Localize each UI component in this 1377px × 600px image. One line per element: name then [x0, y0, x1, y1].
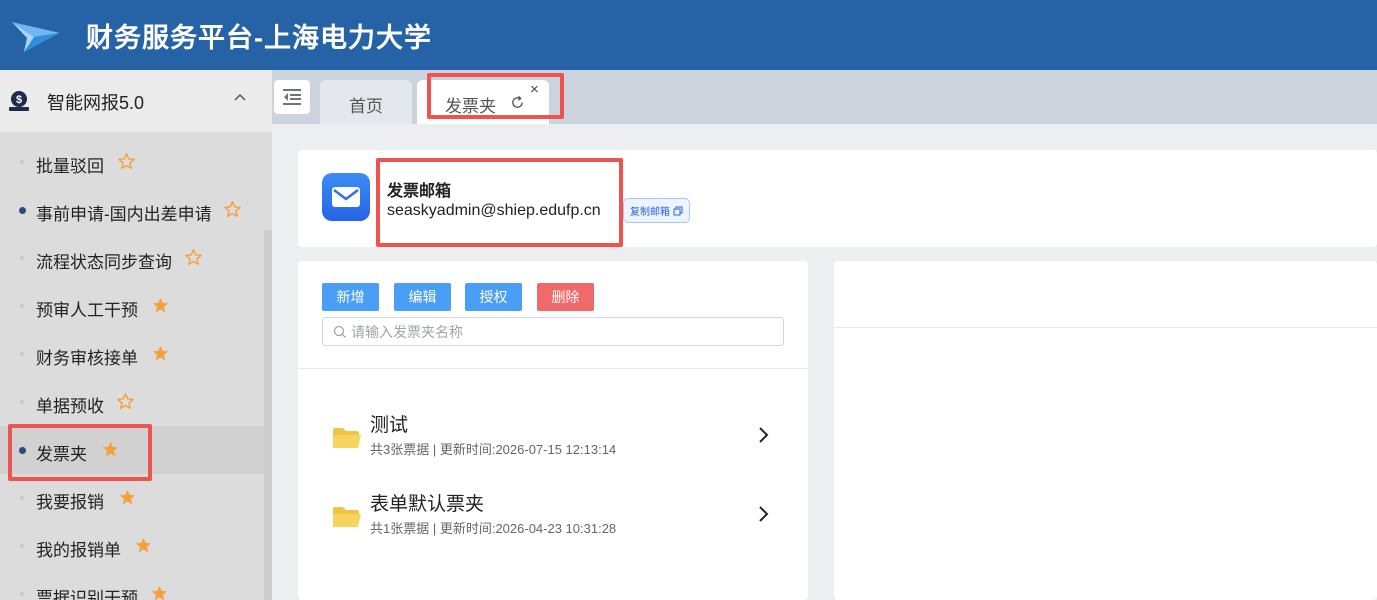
collapse-sidebar-button[interactable] — [274, 80, 310, 114]
main-content: 发票邮箱 seaskyadmin@shiep.edufp.cn 复制邮箱 新增 … — [272, 124, 1377, 600]
bullet-icon — [19, 447, 26, 454]
app-header: 财务服务平台-上海电力大学 — [0, 0, 1377, 70]
sidebar-item-label: 流程状态同步查询 — [36, 253, 172, 272]
refresh-icon[interactable] — [510, 95, 525, 110]
divider — [298, 368, 808, 369]
star-filled-icon[interactable] — [151, 344, 170, 363]
sidebar-item-label: 批量驳回 — [36, 157, 104, 176]
money-bag-icon: $ — [9, 91, 29, 111]
sidebar-item-document-prereceive[interactable]: 单据预收 — [0, 378, 272, 426]
svg-text:$: $ — [16, 94, 22, 106]
bullet-icon — [20, 160, 24, 164]
mailbox-address: seaskyadmin@shiep.edufp.cn — [387, 202, 601, 219]
folder-meta: 共3张票据 | 更新时间:2026-07-15 12:13:14 — [370, 442, 617, 457]
star-outline-icon[interactable] — [116, 392, 135, 411]
sidebar-group-label: 智能网报5.0 — [47, 93, 145, 113]
sidebar-item-label: 我要报销 — [36, 493, 104, 512]
sidebar-item-precheck-intervention[interactable]: 预审人工干预 — [0, 282, 272, 330]
logo-icon — [12, 22, 60, 52]
star-filled-icon[interactable] — [118, 488, 137, 507]
sidebar-item-reimburse[interactable]: 我要报销 — [0, 474, 272, 522]
mailbox-title: 发票邮箱 — [387, 183, 452, 200]
sidebar-menu: 批量驳回 事前申请-国内出差申请 流程状态同步查询 预审人工干预 财务审核接单 … — [0, 138, 272, 600]
folder-search-input[interactable] — [351, 320, 771, 343]
bullet-icon — [19, 207, 26, 214]
tab-label: 首页 — [349, 97, 383, 116]
copy-email-label: 复制邮箱 — [630, 207, 670, 218]
sidebar-item-label: 事前申请-国内出差申请 — [36, 205, 212, 224]
tab-home[interactable]: 首页 — [320, 80, 412, 124]
folder-detail-panel — [834, 261, 1377, 600]
sidebar-item-label: 财务审核接单 — [36, 349, 138, 368]
sidebar-scrollbar[interactable] — [264, 230, 272, 600]
chevron-right-icon[interactable] — [756, 505, 770, 523]
star-outline-icon[interactable] — [117, 152, 136, 171]
sidebar-item-label: 我的报销单 — [36, 541, 121, 560]
sidebar-item-batch-reject[interactable]: 批量驳回 — [0, 138, 272, 186]
sidebar-item-ocr-intervention[interactable]: 票据识别干预 — [0, 570, 272, 600]
sidebar-item-label: 预审人工干预 — [36, 301, 138, 320]
divider — [834, 327, 1377, 328]
copy-email-button[interactable]: 复制邮箱 — [623, 198, 690, 223]
close-tab-icon[interactable]: × — [530, 81, 539, 98]
folder-row[interactable]: 测试 共3张票据 | 更新时间:2026-07-15 12:13:14 — [298, 404, 808, 474]
sidebar-item-label: 发票夹 — [36, 445, 87, 464]
tabs-bar: 首页 发票夹 × — [272, 70, 1377, 124]
tab-invoice-folder[interactable]: 发票夹 × — [417, 80, 549, 124]
search-icon — [333, 325, 346, 338]
folder-name: 表单默认票夹 — [370, 494, 485, 515]
sidebar-item-pre-application[interactable]: 事前申请-国内出差申请 — [0, 186, 272, 234]
app-title: 财务服务平台-上海电力大学 — [86, 23, 432, 53]
star-outline-icon[interactable] — [223, 200, 242, 219]
mail-icon — [322, 173, 370, 221]
sidebar-group-header[interactable]: $ 智能网报5.0 — [0, 70, 272, 132]
bullet-icon — [20, 256, 24, 260]
sidebar-item-my-reimbursements[interactable]: 我的报销单 — [0, 522, 272, 570]
folder-name: 测试 — [370, 415, 409, 436]
bullet-icon — [20, 304, 24, 308]
tab-label: 发票夹 — [445, 97, 496, 116]
folder-search — [322, 317, 784, 346]
bullet-icon — [20, 400, 24, 404]
sidebar-item-label: 单据预收 — [36, 397, 104, 416]
edit-button[interactable]: 编辑 — [394, 283, 451, 311]
bullet-icon — [20, 496, 24, 500]
sidebar-item-audit-accept[interactable]: 财务审核接单 — [0, 330, 272, 378]
chevron-up-icon[interactable] — [232, 90, 248, 106]
add-button[interactable]: 新增 — [322, 283, 379, 311]
authorize-button[interactable]: 授权 — [465, 283, 522, 311]
bullet-icon — [20, 352, 24, 356]
sidebar-item-label: 票据识别干预 — [36, 589, 138, 600]
bullet-icon — [20, 544, 24, 548]
sidebar-item-invoice-folder[interactable]: 发票夹 — [0, 426, 272, 474]
folder-meta: 共1张票据 | 更新时间:2026-04-23 10:31:28 — [370, 521, 617, 536]
chevron-right-icon[interactable] — [756, 426, 770, 444]
folder-icon — [333, 507, 361, 527]
folder-row[interactable]: 表单默认票夹 共1张票据 | 更新时间:2026-04-23 10:31:28 — [298, 483, 808, 553]
delete-button[interactable]: 删除 — [537, 283, 594, 311]
copy-icon — [673, 206, 683, 215]
star-filled-icon[interactable] — [151, 296, 170, 315]
sidebar: $ 智能网报5.0 批量驳回 事前申请-国内出差申请 流程状态同步查询 预审人工… — [0, 70, 272, 600]
collapse-menu-icon — [283, 89, 301, 105]
star-filled-icon[interactable] — [150, 584, 169, 600]
star-outline-icon[interactable] — [184, 248, 203, 267]
invoice-mailbox-card: 发票邮箱 seaskyadmin@shiep.edufp.cn 复制邮箱 — [298, 150, 1377, 247]
folder-list-panel: 新增 编辑 授权 删除 测试 共3张票据 | 更新时间:2026-07-15 1… — [298, 261, 808, 600]
folder-icon — [333, 428, 361, 448]
bullet-icon — [20, 592, 24, 596]
star-filled-icon[interactable] — [134, 536, 153, 555]
star-filled-icon[interactable] — [101, 440, 120, 459]
sidebar-item-status-sync[interactable]: 流程状态同步查询 — [0, 234, 272, 282]
